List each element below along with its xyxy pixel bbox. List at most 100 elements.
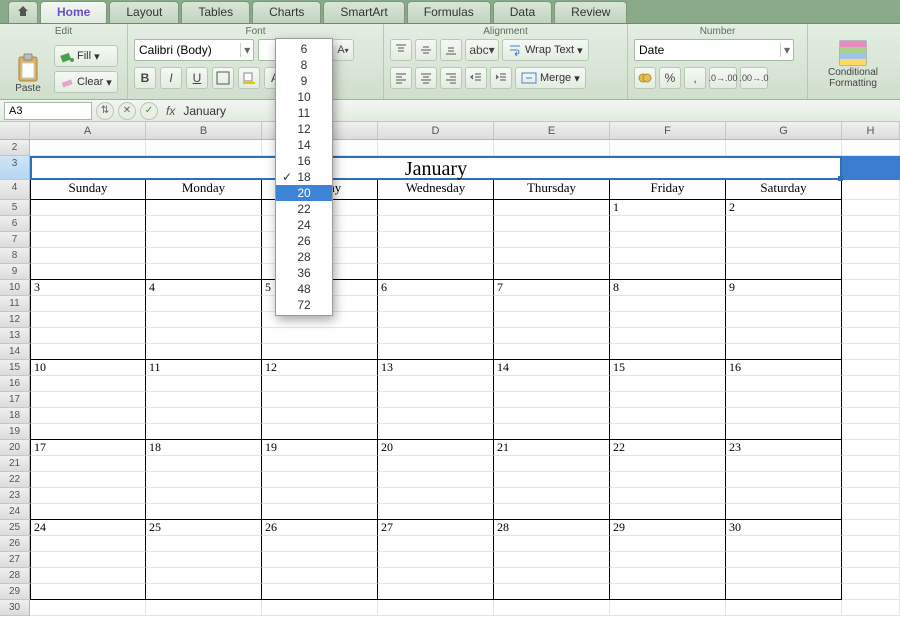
- cell[interactable]: [30, 216, 146, 232]
- clear-button[interactable]: Clear ▾: [54, 71, 118, 93]
- cell[interactable]: [378, 568, 494, 584]
- font-size-option[interactable]: 16: [276, 153, 332, 169]
- row-header[interactable]: 14: [0, 344, 30, 360]
- cell[interactable]: 2: [726, 200, 842, 216]
- font-size-option[interactable]: 26: [276, 233, 332, 249]
- col-H[interactable]: H: [842, 122, 900, 139]
- tab-formulas[interactable]: Formulas: [407, 1, 491, 23]
- font-family-combo[interactable]: ▾: [134, 39, 254, 61]
- cell[interactable]: [262, 472, 378, 488]
- formula-value[interactable]: January: [183, 104, 226, 118]
- number-format-input[interactable]: [635, 43, 780, 57]
- cell[interactable]: [610, 264, 726, 280]
- cell[interactable]: [842, 456, 900, 472]
- cell[interactable]: [146, 584, 262, 600]
- row-header[interactable]: 12: [0, 312, 30, 328]
- cell[interactable]: 18: [146, 440, 262, 456]
- cell[interactable]: [842, 180, 900, 200]
- cell[interactable]: [494, 408, 610, 424]
- font-size-dropdown[interactable]: 6891011121416182022242628364872: [275, 38, 333, 316]
- cell[interactable]: [726, 296, 842, 312]
- cell[interactable]: [30, 296, 146, 312]
- cell[interactable]: [610, 472, 726, 488]
- cell[interactable]: [726, 264, 842, 280]
- cell[interactable]: 24: [30, 520, 146, 536]
- row-header[interactable]: 2: [0, 140, 30, 156]
- font-size-option[interactable]: 72: [276, 297, 332, 313]
- cell[interactable]: [30, 232, 146, 248]
- tab-review[interactable]: Review: [554, 1, 627, 23]
- font-size-option[interactable]: 20: [276, 185, 332, 201]
- cell[interactable]: [842, 200, 900, 216]
- cell[interactable]: [30, 328, 146, 344]
- cell[interactable]: [146, 328, 262, 344]
- font-size-option[interactable]: 9: [276, 73, 332, 89]
- cell[interactable]: [726, 232, 842, 248]
- row-header[interactable]: 23: [0, 488, 30, 504]
- italic-button[interactable]: I: [160, 67, 182, 89]
- cell[interactable]: [494, 328, 610, 344]
- cell[interactable]: 8: [610, 280, 726, 296]
- cell[interactable]: [30, 408, 146, 424]
- cell[interactable]: [262, 504, 378, 520]
- orientation-button[interactable]: abc▾: [465, 39, 499, 61]
- cell[interactable]: [378, 472, 494, 488]
- updown-icon[interactable]: ⇅: [96, 102, 114, 120]
- cell[interactable]: [146, 200, 262, 216]
- cell[interactable]: Sunday: [30, 180, 146, 200]
- cell[interactable]: [842, 520, 900, 536]
- cell[interactable]: [378, 552, 494, 568]
- cell[interactable]: [30, 376, 146, 392]
- cell[interactable]: [378, 392, 494, 408]
- cell[interactable]: [146, 408, 262, 424]
- cell[interactable]: 28: [494, 520, 610, 536]
- tab-data[interactable]: Data: [493, 1, 552, 23]
- border-button[interactable]: [212, 67, 234, 89]
- cell[interactable]: 20: [378, 440, 494, 456]
- cell[interactable]: [494, 568, 610, 584]
- row-header[interactable]: 28: [0, 568, 30, 584]
- cell[interactable]: [842, 488, 900, 504]
- cell[interactable]: [494, 216, 610, 232]
- cell[interactable]: [726, 408, 842, 424]
- cell[interactable]: [726, 312, 842, 328]
- cell[interactable]: [842, 312, 900, 328]
- cell[interactable]: [30, 248, 146, 264]
- font-size-option[interactable]: 6: [276, 41, 332, 57]
- align-bottom-button[interactable]: [440, 39, 462, 61]
- cell[interactable]: [842, 408, 900, 424]
- cell[interactable]: [146, 600, 262, 616]
- cell[interactable]: 7: [494, 280, 610, 296]
- cell[interactable]: Thursday: [494, 180, 610, 200]
- cell[interactable]: [842, 280, 900, 296]
- tab-smartart[interactable]: SmartArt: [323, 1, 404, 23]
- paste-button[interactable]: Paste: [6, 40, 50, 98]
- cell[interactable]: [262, 536, 378, 552]
- cell[interactable]: [146, 456, 262, 472]
- row-header[interactable]: 22: [0, 472, 30, 488]
- cell[interactable]: [494, 200, 610, 216]
- cell[interactable]: 23: [726, 440, 842, 456]
- cell[interactable]: [30, 552, 146, 568]
- name-box[interactable]: [4, 102, 92, 120]
- cell[interactable]: [610, 488, 726, 504]
- cell[interactable]: [610, 536, 726, 552]
- cell[interactable]: [494, 584, 610, 600]
- cell[interactable]: [378, 216, 494, 232]
- cell[interactable]: [610, 328, 726, 344]
- cell[interactable]: [842, 504, 900, 520]
- cell[interactable]: [726, 216, 842, 232]
- cell[interactable]: [726, 600, 842, 616]
- tab-layout[interactable]: Layout: [109, 1, 179, 23]
- cell[interactable]: [726, 552, 842, 568]
- cell[interactable]: [494, 392, 610, 408]
- row-header[interactable]: 15: [0, 360, 30, 376]
- font-size-option[interactable]: 18: [276, 169, 332, 185]
- cell[interactable]: 14: [494, 360, 610, 376]
- cell[interactable]: [146, 392, 262, 408]
- cell[interactable]: [262, 456, 378, 472]
- cell[interactable]: [842, 232, 900, 248]
- cell[interactable]: [494, 472, 610, 488]
- cell[interactable]: [146, 296, 262, 312]
- row-header[interactable]: 8: [0, 248, 30, 264]
